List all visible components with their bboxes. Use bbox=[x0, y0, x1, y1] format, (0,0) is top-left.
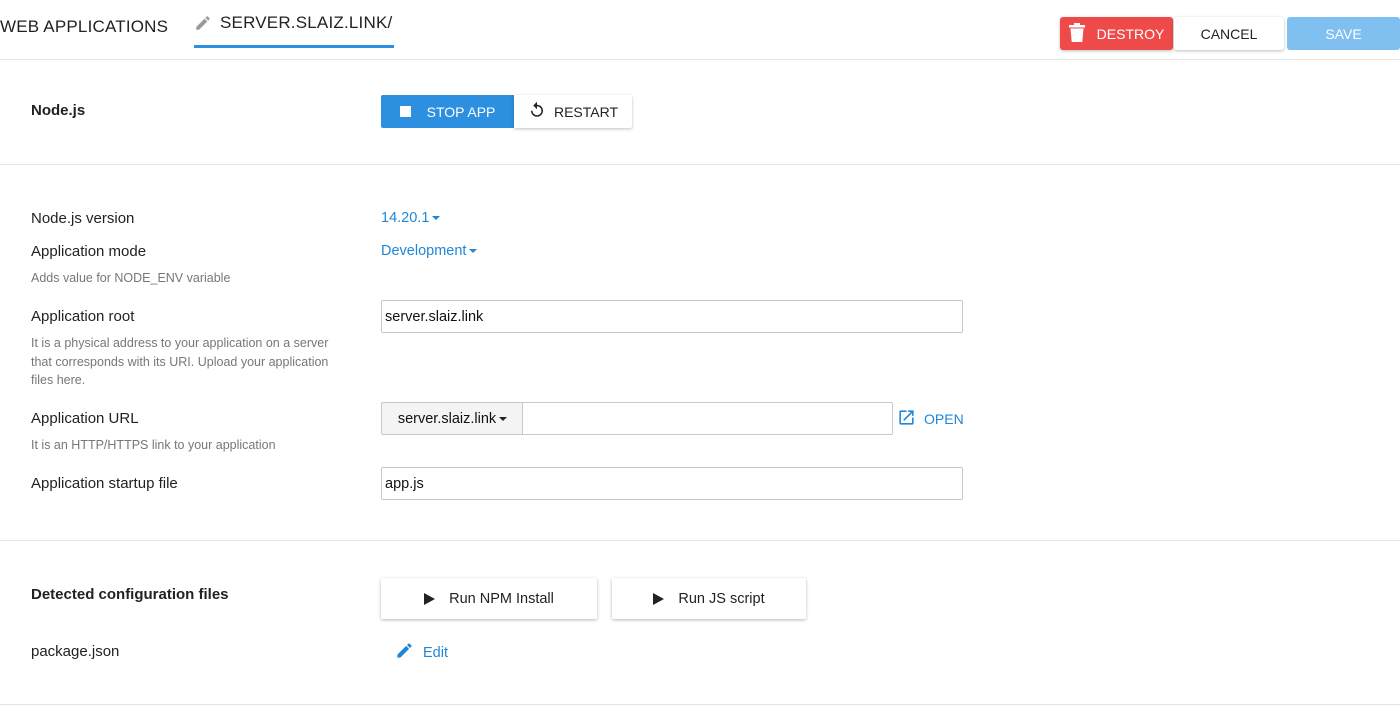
section-divider bbox=[0, 540, 1400, 541]
stop-icon bbox=[399, 106, 411, 117]
app-mode-hint: Adds value for NODE_ENV variable bbox=[31, 271, 231, 285]
app-url-path-input[interactable] bbox=[522, 402, 893, 435]
caret-down-icon bbox=[469, 249, 478, 253]
app-url-hint: It is an HTTP/HTTPS link to your applica… bbox=[31, 438, 276, 452]
app-url-label: Application URL bbox=[31, 410, 139, 427]
app-root-hint: It is a physical address to your applica… bbox=[31, 336, 329, 387]
restart-button[interactable]: RESTART bbox=[514, 95, 632, 128]
breadcrumb-web-applications[interactable]: WEB APPLICATIONS bbox=[0, 17, 168, 37]
restart-label: RESTART bbox=[553, 103, 619, 120]
top-bar: WEB APPLICATIONS SERVER.SLAIZ.LINK/ DEST… bbox=[0, 0, 1400, 60]
app-section-title: Node.js bbox=[31, 102, 86, 119]
external-link-icon bbox=[897, 408, 916, 430]
restart-icon bbox=[528, 101, 546, 122]
app-mode-dropdown[interactable]: Development bbox=[381, 243, 478, 259]
run-npm-install-button[interactable]: Run NPM Install bbox=[381, 578, 597, 619]
cancel-button[interactable]: CANCEL bbox=[1174, 17, 1284, 50]
startup-file-label: Application startup file bbox=[31, 475, 178, 492]
run-js-script-label: Run JS script bbox=[678, 590, 765, 607]
node-version-label: Node.js version bbox=[31, 210, 135, 227]
cancel-label: CANCEL bbox=[1200, 25, 1258, 42]
startup-file-input[interactable] bbox=[381, 467, 963, 500]
current-app-title: SERVER.SLAIZ.LINK/ bbox=[220, 12, 393, 32]
config-section-title: Detected configuration files bbox=[31, 586, 229, 603]
destroy-label: DESTROY bbox=[1096, 25, 1165, 42]
edit-label: Edit bbox=[423, 644, 448, 661]
play-icon bbox=[424, 592, 436, 605]
section-divider bbox=[0, 164, 1400, 165]
caret-down-icon bbox=[499, 416, 508, 421]
open-url-link[interactable]: OPEN bbox=[897, 408, 964, 430]
app-url-domain-select[interactable]: server.slaiz.link bbox=[381, 402, 523, 435]
section-divider bbox=[0, 704, 1400, 705]
run-npm-install-label: Run NPM Install bbox=[449, 590, 554, 607]
node-version-dropdown[interactable]: 14.20.1 bbox=[381, 210, 441, 226]
app-mode-value: Development bbox=[381, 243, 467, 259]
save-label: SAVE bbox=[1325, 25, 1362, 42]
open-label: OPEN bbox=[924, 411, 964, 427]
destroy-button[interactable]: DESTROY bbox=[1060, 17, 1173, 50]
app-url-domain-value: server.slaiz.link bbox=[397, 410, 497, 427]
node-version-value: 14.20.1 bbox=[381, 210, 430, 226]
app-mode-label: Application mode bbox=[31, 243, 147, 260]
tab-current-app[interactable]: SERVER.SLAIZ.LINK/ bbox=[194, 0, 395, 48]
play-icon bbox=[653, 592, 665, 605]
caret-down-icon bbox=[432, 216, 441, 220]
edit-icon bbox=[395, 641, 414, 664]
app-root-label: Application root bbox=[31, 308, 135, 325]
save-button[interactable]: SAVE bbox=[1287, 17, 1400, 50]
pencil-icon bbox=[194, 14, 212, 32]
stop-app-label: STOP APP bbox=[426, 103, 496, 120]
stop-app-button[interactable]: STOP APP bbox=[381, 95, 514, 128]
trash-icon bbox=[1068, 22, 1085, 45]
app-root-input[interactable] bbox=[381, 300, 963, 333]
run-js-script-button[interactable]: Run JS script bbox=[612, 578, 806, 619]
edit-config-link[interactable]: Edit bbox=[395, 641, 448, 664]
config-file-name: package.json bbox=[31, 643, 120, 660]
